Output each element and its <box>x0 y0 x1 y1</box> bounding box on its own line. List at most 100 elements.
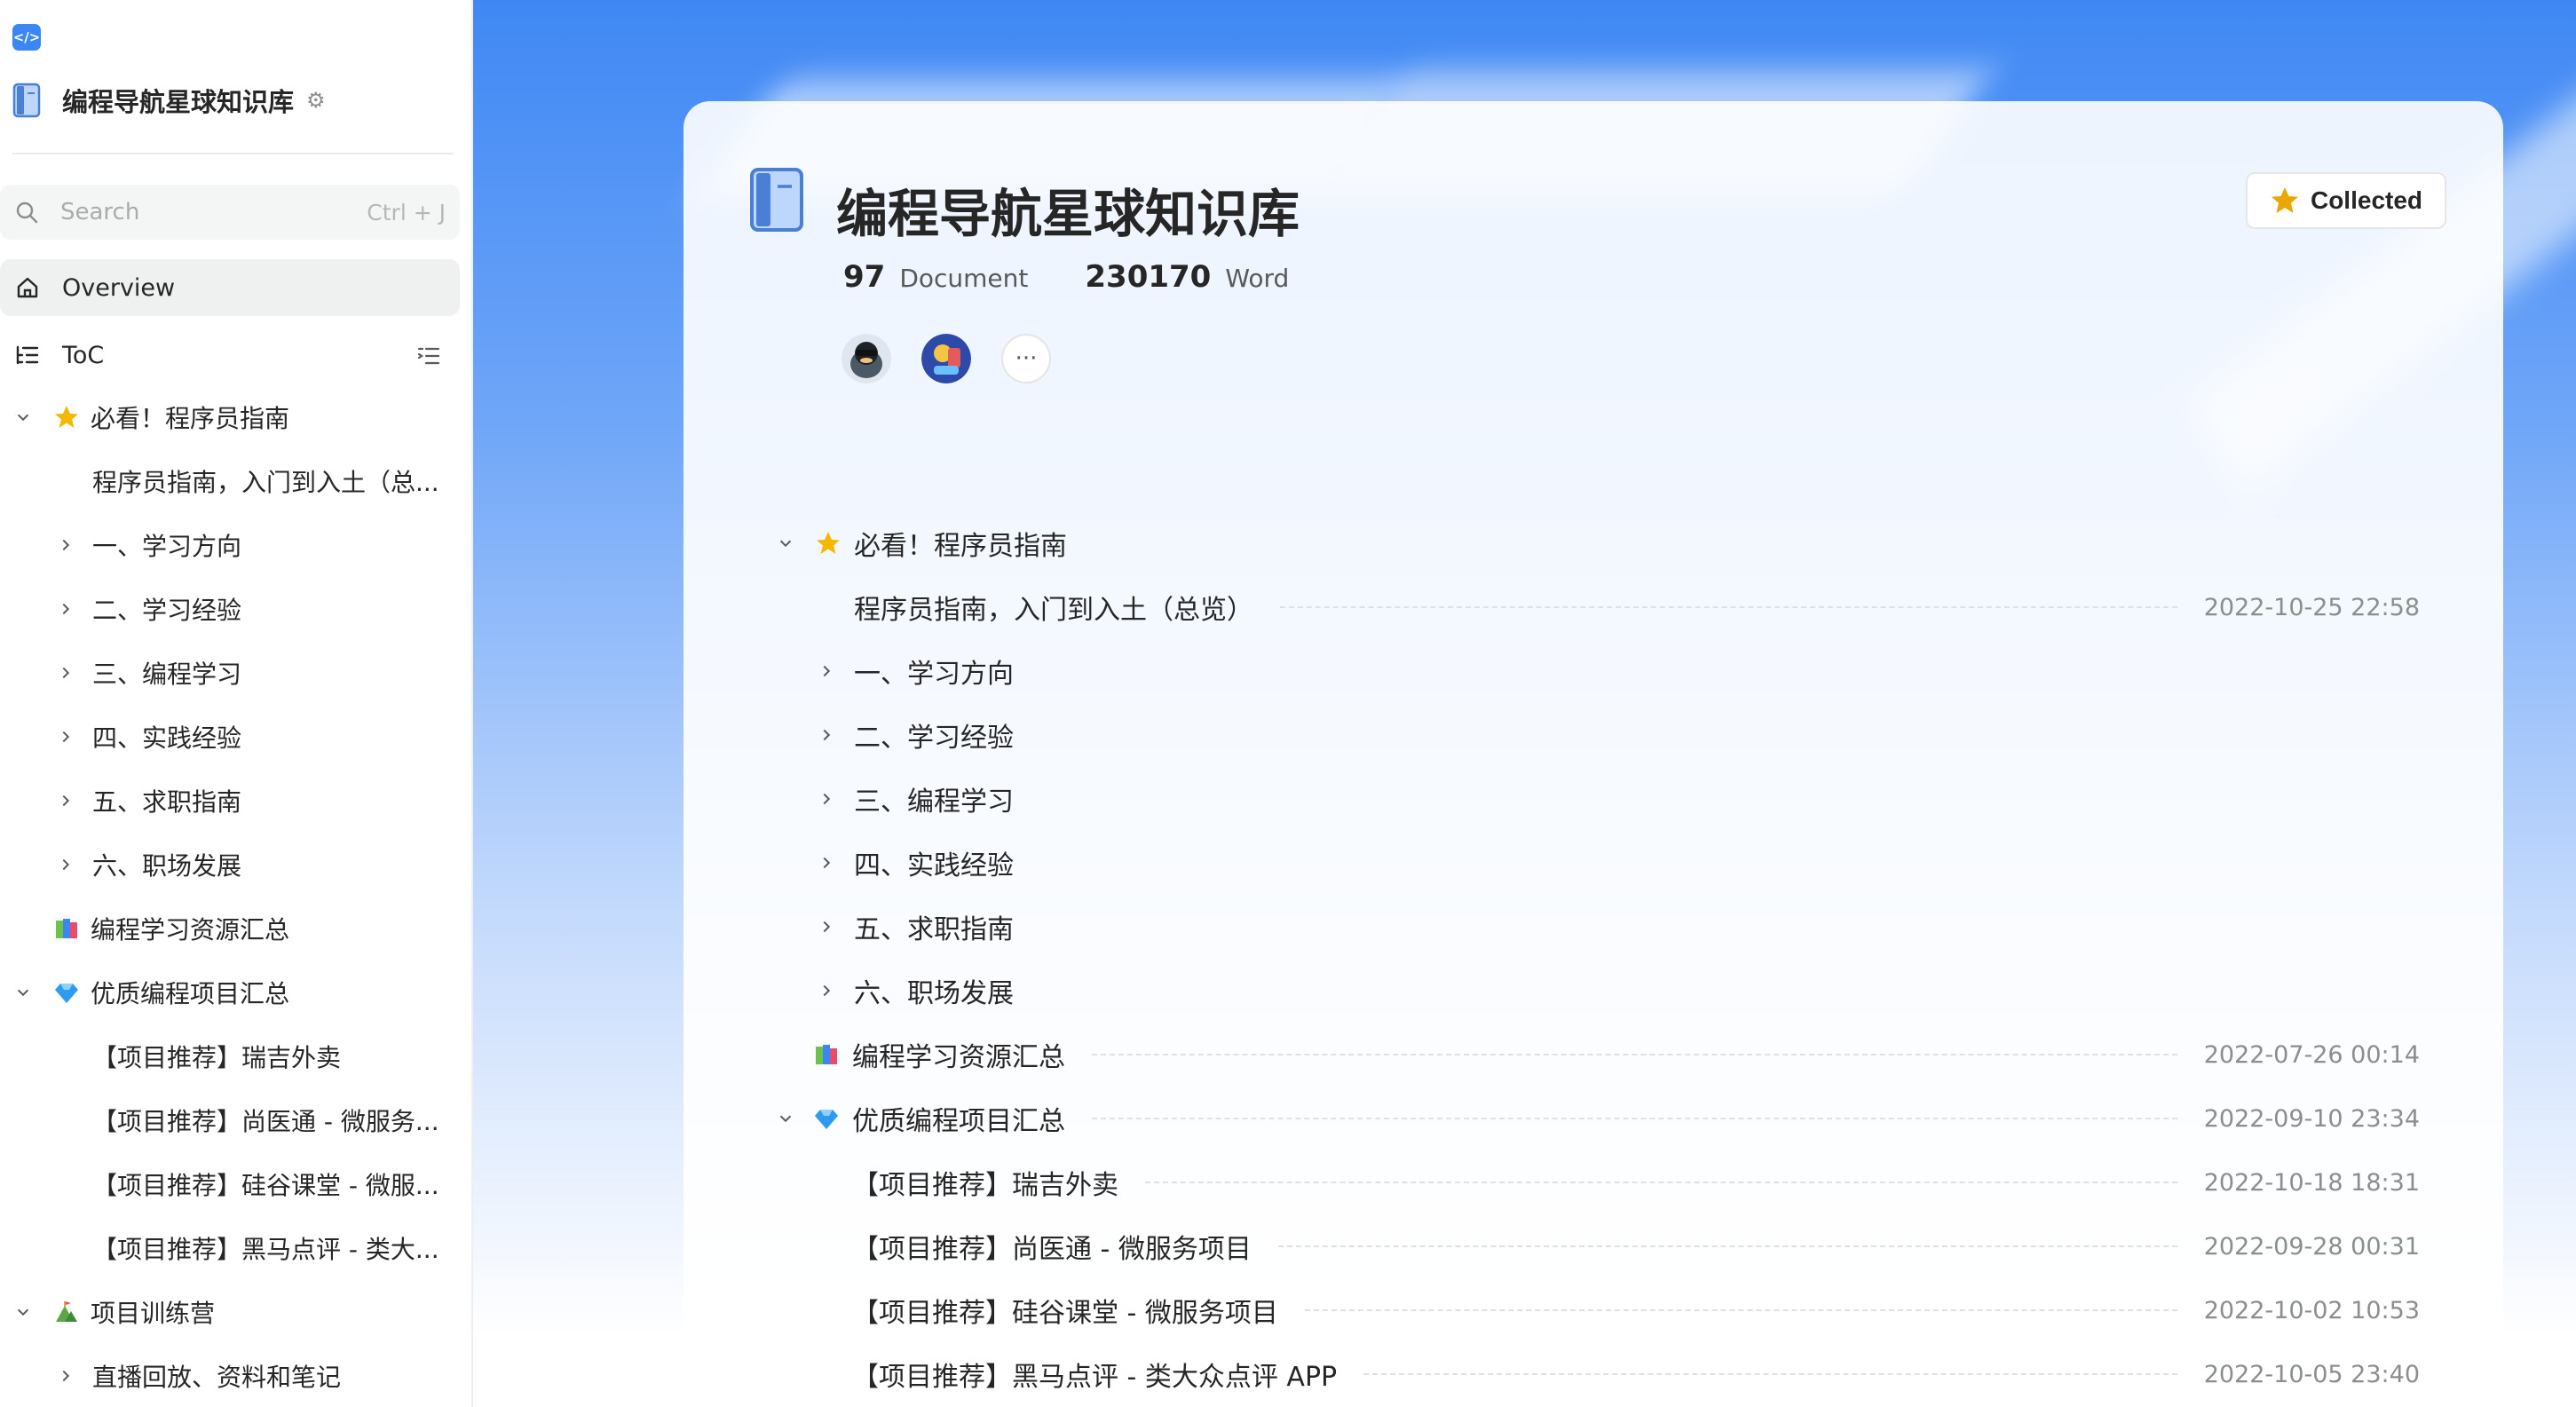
gem-icon <box>813 1105 840 1132</box>
app-logo-icon[interactable]: </> <box>12 24 41 51</box>
dotted-leader <box>1363 1373 2177 1375</box>
chevron-down-icon[interactable] <box>14 408 32 426</box>
tree-item-label: 优质编程项目汇总 <box>91 979 290 1008</box>
tree-item[interactable]: 优质编程项目汇总 <box>0 960 460 1024</box>
knowledge-base-card: 编程导航星球知识库 Collected 97 Document 230170 W… <box>684 101 2503 1407</box>
chevron-right-icon[interactable] <box>817 981 836 1000</box>
tree-item[interactable]: 【项目推荐】黑马点评 - 类大... <box>0 1216 460 1280</box>
chevron-right-icon[interactable] <box>817 917 836 937</box>
collected-button[interactable]: Collected <box>2246 172 2446 229</box>
avatar[interactable] <box>842 334 891 383</box>
chevron-right-icon[interactable] <box>817 661 836 681</box>
chevron-down-icon[interactable] <box>776 1109 795 1128</box>
toc-item[interactable]: 四、实践经验 <box>684 831 2503 895</box>
books-icon <box>53 915 80 942</box>
settings-icon[interactable]: ⚙ <box>306 88 326 113</box>
tree-item-label: 编程学习资源汇总 <box>91 915 290 945</box>
page-title: 编程导航星球知识库 <box>836 184 1300 244</box>
chevron-right-icon[interactable] <box>817 853 836 873</box>
tree-item-label: 【项目推荐】尚医通 - 微服务... <box>92 1107 439 1136</box>
toc-outline-icon[interactable] <box>415 343 442 369</box>
toc-item-label: 【项目推荐】瑞吉外卖 <box>852 1170 1118 1201</box>
nav-overview[interactable]: Overview <box>0 259 460 316</box>
toc-item[interactable]: 三、编程学习 <box>684 767 2503 831</box>
tree-item[interactable]: 【项目推荐】尚医通 - 微服务... <box>0 1088 460 1152</box>
word-count-label: Word <box>1225 264 1290 293</box>
toc-item[interactable]: 必看！程序员指南 <box>684 511 2503 575</box>
chevron-right-icon[interactable] <box>57 1367 75 1385</box>
tree-item[interactable]: 编程学习资源汇总 <box>0 897 460 960</box>
tree-item[interactable]: 四、实践经验 <box>0 705 460 769</box>
chevron-right-icon[interactable] <box>817 789 836 809</box>
chevron-right-icon[interactable] <box>57 792 75 810</box>
toc-item-label: 三、编程学习 <box>854 786 1014 818</box>
tree-item[interactable]: 【项目推荐】硅谷课堂 - 微服... <box>0 1152 460 1216</box>
tree-item[interactable]: 直播回放、资料和笔记 <box>0 1344 460 1407</box>
search-input[interactable] <box>60 199 367 225</box>
sidebar-kb-title[interactable]: 编程导航星球知识库 <box>62 82 294 119</box>
chevron-down-icon[interactable] <box>14 984 32 1001</box>
toc-item-date: 2022-10-25 22:58 <box>2203 593 2420 621</box>
toc-item[interactable]: 【项目推荐】硅谷课堂 - 微服务项目 2022-10-02 10:53 <box>684 1278 2503 1342</box>
chevron-down-icon[interactable] <box>776 534 795 553</box>
more-members-button[interactable]: ··· <box>1001 334 1051 383</box>
toc-item[interactable]: 二、学习经验 <box>684 703 2503 767</box>
avatar[interactable] <box>921 334 971 383</box>
collected-label: Collected <box>2310 186 2423 214</box>
gem-icon <box>53 979 80 1006</box>
tree-item[interactable]: 【项目推荐】瑞吉外卖 <box>0 1024 460 1088</box>
toc-item[interactable]: 一、学习方向 <box>684 639 2503 703</box>
book-icon <box>12 83 41 118</box>
dotted-leader <box>1277 1245 2177 1247</box>
toc-item-label: 四、实践经验 <box>854 850 1014 881</box>
tree-item-label: 【项目推荐】黑马点评 - 类大... <box>92 1235 439 1264</box>
dotted-leader <box>1092 1118 2177 1119</box>
toc-item-label: 【项目推荐】硅谷课堂 - 微服务项目 <box>852 1298 1278 1329</box>
tree-item-label: 项目训练营 <box>91 1299 216 1328</box>
tree-item-label: 二、学习经验 <box>92 596 242 625</box>
chevron-right-icon[interactable] <box>57 600 75 618</box>
toc-item[interactable]: 编程学习资源汇总 2022-07-26 00:14 <box>684 1023 2503 1087</box>
tree-item[interactable]: 项目训练营 <box>0 1280 460 1344</box>
nav-toc[interactable]: ToC <box>0 327 460 383</box>
chevron-right-icon[interactable] <box>57 536 75 554</box>
search-box[interactable]: Ctrl + J <box>0 185 460 240</box>
toc-item[interactable]: 程序员指南，入门到入土（总览） 2022-10-25 22:58 <box>684 575 2503 639</box>
tree-item-label: 五、求职指南 <box>92 787 242 817</box>
book-icon <box>750 168 803 232</box>
chevron-right-icon[interactable] <box>57 664 75 682</box>
kb-stats: 97 Document 230170 Word <box>843 259 1346 295</box>
toc-item-label: 一、学习方向 <box>854 659 1014 690</box>
tree-item-label: 一、学习方向 <box>92 532 242 561</box>
tree-item[interactable]: 三、编程学习 <box>0 641 460 705</box>
tree-item[interactable]: 一、学习方向 <box>0 513 460 577</box>
search-icon <box>16 202 38 224</box>
main-content: 编程导航星球知识库 Collected 97 Document 230170 W… <box>473 0 2576 1407</box>
chevron-right-icon[interactable] <box>57 856 75 873</box>
toc-item[interactable]: 【项目推荐】瑞吉外卖 2022-10-18 18:31 <box>684 1150 2503 1214</box>
chevron-right-icon[interactable] <box>817 725 836 745</box>
toc-item[interactable]: 【项目推荐】黑马点评 - 类大众点评 APP 2022-10-05 23:40 <box>684 1342 2503 1406</box>
toc-item-label: 编程学习资源汇总 <box>852 1042 1065 1073</box>
toc-item-label: 六、职场发展 <box>854 978 1014 1009</box>
toc-item[interactable]: 【项目推荐】尚医通 - 微服务项目 2022-09-28 00:31 <box>684 1214 2503 1278</box>
tree-item-label: 必看！程序员指南 <box>91 404 290 433</box>
tree-item[interactable]: 程序员指南，入门到入土（总... <box>0 449 460 513</box>
tree-item[interactable]: 必看！程序员指南 <box>0 385 460 449</box>
search-shortcut-hint: Ctrl + J <box>367 199 446 225</box>
document-count: 97 <box>843 259 886 295</box>
tree-item[interactable]: 二、学习经验 <box>0 577 460 641</box>
chevron-right-icon[interactable] <box>57 728 75 746</box>
toc-item-label: 二、学习经验 <box>854 723 1014 754</box>
tree-item[interactable]: 六、职场发展 <box>0 833 460 897</box>
chevron-down-icon[interactable] <box>14 1303 32 1321</box>
toc-item-date: 2022-10-02 10:53 <box>2203 1296 2420 1324</box>
tree-item[interactable]: 五、求职指南 <box>0 769 460 833</box>
toc-item[interactable]: 五、求职指南 <box>684 895 2503 959</box>
toc-item[interactable]: 六、职场发展 <box>684 959 2503 1023</box>
sidebar: </> 编程导航星球知识库 ⚙ Ctrl + J Overview ToC <box>0 0 473 1407</box>
tree-item-label: 【项目推荐】硅谷课堂 - 微服... <box>92 1171 439 1200</box>
camp-icon <box>53 1299 80 1325</box>
toc-item[interactable]: 优质编程项目汇总 2022-09-10 23:34 <box>684 1087 2503 1150</box>
home-icon <box>14 274 41 301</box>
